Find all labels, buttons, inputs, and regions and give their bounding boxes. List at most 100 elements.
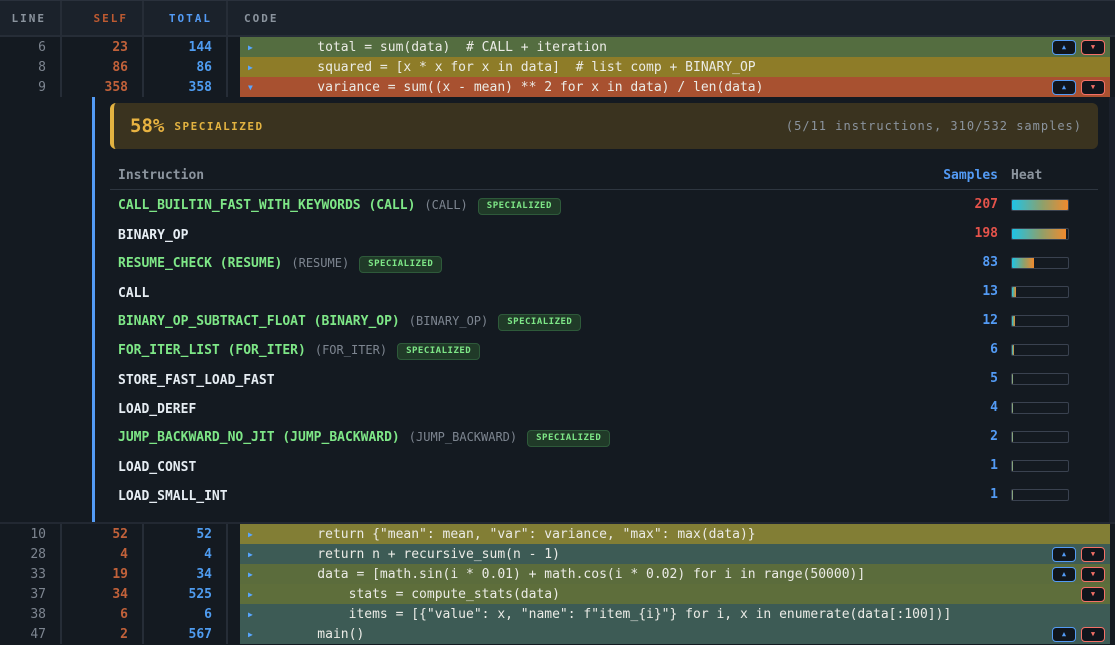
heat-bar-fill	[1012, 490, 1013, 500]
expand-arrow-icon[interactable]: ▶	[248, 63, 266, 72]
scrollbar[interactable]	[1109, 97, 1115, 522]
instruction-table: Instruction Samples Heat CALL_BUILTIN_FA…	[110, 162, 1098, 509]
specialization-percent: 58%	[130, 115, 164, 137]
instruction-name-cell: JUMP_BACKWARD_NO_JIT (JUMP_BACKWARD)(JUM…	[110, 426, 900, 447]
instruction-name-cell: BINARY_OP_SUBTRACT_FLOAT (BINARY_OP) (BIN…	[110, 310, 900, 331]
heat-cell	[1008, 460, 1098, 472]
code-row[interactable]: 88686▶ squared = [x * x for x in data] #…	[0, 57, 1115, 77]
heat-bar-fill	[1012, 403, 1013, 413]
heat-cell	[1008, 286, 1098, 298]
code-heat-bar: ▶ main()▲▼	[240, 624, 1110, 644]
nav-down-button[interactable]: ▼	[1081, 547, 1105, 562]
specialization-label: SPECIALIZED	[174, 120, 263, 133]
code-row[interactable]: 3866▶ items = [{"value": x, "name": f"it…	[0, 604, 1115, 624]
expand-arrow-icon[interactable]: ▶	[248, 590, 266, 599]
instruction-name: FOR_ITER_LIST (FOR_ITER)	[118, 343, 306, 358]
column-header-self[interactable]: SELF	[62, 1, 144, 35]
heat-cell	[1008, 402, 1098, 414]
code-row[interactable]: 331934▶ data = [math.sin(i * 0.01) + mat…	[0, 564, 1115, 584]
code-cell[interactable]: ▶ total = sum(data) # CALL + iteration ▲ ▼	[228, 37, 1115, 57]
nav-down-button[interactable]: ▼	[1081, 627, 1105, 642]
nav-up-button[interactable]: ▲	[1052, 547, 1076, 562]
total-samples-cell: 525	[144, 584, 228, 604]
code-row[interactable]: 623144▶ total = sum(data) # CALL + itera…	[0, 37, 1115, 57]
heat-bar-fill	[1012, 461, 1013, 471]
instruction-base-name: (RESUME)	[291, 256, 349, 270]
total-samples-cell: 6	[144, 604, 228, 624]
heat-bar-fill	[1012, 258, 1034, 268]
line-number-cell: 33	[0, 564, 62, 584]
code-line-text: squared = [x * x for x in data] # list c…	[286, 60, 756, 75]
samples-value: 12	[900, 313, 1008, 328]
code-cell[interactable]: ▶ return {"mean": mean, "var": variance,…	[228, 524, 1115, 544]
instruction-name: CALL	[118, 286, 149, 301]
heat-bar	[1011, 257, 1069, 269]
code-heat-bar: ▶ data = [math.sin(i * 0.01) + math.cos(…	[240, 564, 1110, 584]
total-samples-cell: 52	[144, 524, 228, 544]
instruction-name: LOAD_SMALL_INT	[118, 489, 228, 504]
heat-bar	[1011, 344, 1069, 356]
code-row[interactable]: 3734525▶ stats = compute_stats(data)▼	[0, 584, 1115, 604]
column-header-total[interactable]: TOTAL	[144, 1, 228, 35]
code-line-text: return {"mean": mean, "var": variance, "…	[286, 527, 756, 542]
code-cell[interactable]: ▶ squared = [x * x for x in data] # list…	[228, 57, 1115, 77]
expand-arrow-icon[interactable]: ▶	[248, 630, 266, 639]
code-line-text: variance = sum((x - mean) ** 2 for x in …	[286, 80, 763, 95]
nav-up-button[interactable]: ▲	[1052, 567, 1076, 582]
nav-up-button[interactable]: ▲	[1052, 80, 1076, 95]
instruction-name-cell: FOR_ITER_LIST (FOR_ITER)(FOR_ITER)SPECIA…	[110, 339, 900, 360]
self-samples-cell: 86	[62, 57, 144, 77]
nav-up-button[interactable]: ▲	[1052, 627, 1076, 642]
expand-arrow-icon[interactable]: ▶	[248, 570, 266, 579]
instruction-row: CALL13	[110, 277, 1098, 306]
expand-arrow-icon[interactable]: ▶	[248, 610, 266, 619]
heat-bar	[1011, 402, 1069, 414]
code-heat-bar: ▶ items = [{"value": x, "name": f"item_{…	[240, 604, 1110, 624]
code-line-text: data = [math.sin(i * 0.01) + math.cos(i …	[286, 567, 865, 582]
code-row[interactable]: 472567▶ main()▲▼	[0, 624, 1115, 644]
heat-cell	[1008, 373, 1098, 385]
collapse-arrow-icon[interactable]: ▼	[248, 83, 266, 92]
self-samples-cell: 52	[62, 524, 144, 544]
code-line-text: total = sum(data) # CALL + iteration	[286, 40, 607, 55]
nav-down-button[interactable]: ▼	[1081, 567, 1105, 582]
samples-value: 1	[900, 458, 1008, 473]
column-header-code: CODE	[228, 1, 1115, 35]
heat-cell	[1008, 315, 1098, 327]
nav-up-button[interactable]: ▲	[1052, 40, 1076, 55]
column-header-line: LINE	[0, 1, 62, 35]
expand-arrow-icon[interactable]: ▶	[248, 530, 266, 539]
code-cell[interactable]: ▶ data = [math.sin(i * 0.01) + math.cos(…	[228, 564, 1115, 584]
expand-arrow-icon[interactable]: ▶	[248, 550, 266, 559]
specialized-badge: SPECIALIZED	[397, 343, 480, 360]
code-row[interactable]: 105252▶ return {"mean": mean, "var": var…	[0, 524, 1115, 544]
samples-column-header[interactable]: Samples	[900, 168, 1008, 183]
instruction-name-cell: RESUME_CHECK (RESUME)(RESUME)SPECIALIZED	[110, 252, 900, 273]
instruction-row: BINARY_OP198	[110, 219, 1098, 248]
instruction-name: LOAD_DEREF	[118, 402, 196, 417]
instruction-base-name: (BINARY_OP)	[409, 314, 488, 328]
instruction-name-cell: STORE_FAST_LOAD_FAST	[110, 369, 900, 388]
code-cell[interactable]: ▶ return n + recursive_sum(n - 1)▲▼	[228, 544, 1115, 564]
instruction-name-cell: LOAD_DEREF	[110, 398, 900, 417]
instruction-row: LOAD_DEREF4	[110, 393, 1098, 422]
expand-arrow-icon[interactable]: ▶	[248, 43, 266, 52]
code-row[interactable]: 9358358▼ variance = sum((x - mean) ** 2 …	[0, 77, 1115, 97]
code-cell[interactable]: ▶ items = [{"value": x, "name": f"item_{…	[228, 604, 1115, 624]
nav-down-button[interactable]: ▼	[1081, 80, 1105, 95]
code-heat-bar: ▼ variance = sum((x - mean) ** 2 for x i…	[240, 77, 1110, 97]
line-number-cell: 47	[0, 624, 62, 644]
code-cell[interactable]: ▼ variance = sum((x - mean) ** 2 for x i…	[228, 77, 1115, 97]
code-cell[interactable]: ▶ main()▲▼	[228, 624, 1115, 644]
nav-down-button[interactable]: ▼	[1081, 587, 1105, 602]
instruction-row: RESUME_CHECK (RESUME)(RESUME)SPECIALIZED…	[110, 248, 1098, 277]
code-row[interactable]: 2844▶ return n + recursive_sum(n - 1)▲▼	[0, 544, 1115, 564]
instruction-name-cell: CALL	[110, 282, 900, 301]
code-heat-bar: ▶ stats = compute_stats(data)▼	[240, 584, 1110, 604]
heat-cell	[1008, 257, 1098, 269]
line-number-cell: 8	[0, 57, 62, 77]
instruction-name: BINARY_OP_SUBTRACT_FLOAT (BINARY_OP)	[118, 314, 400, 329]
code-cell[interactable]: ▶ stats = compute_stats(data)▼	[228, 584, 1115, 604]
instruction-name-cell: BINARY_OP	[110, 224, 900, 243]
nav-down-button[interactable]: ▼	[1081, 40, 1105, 55]
